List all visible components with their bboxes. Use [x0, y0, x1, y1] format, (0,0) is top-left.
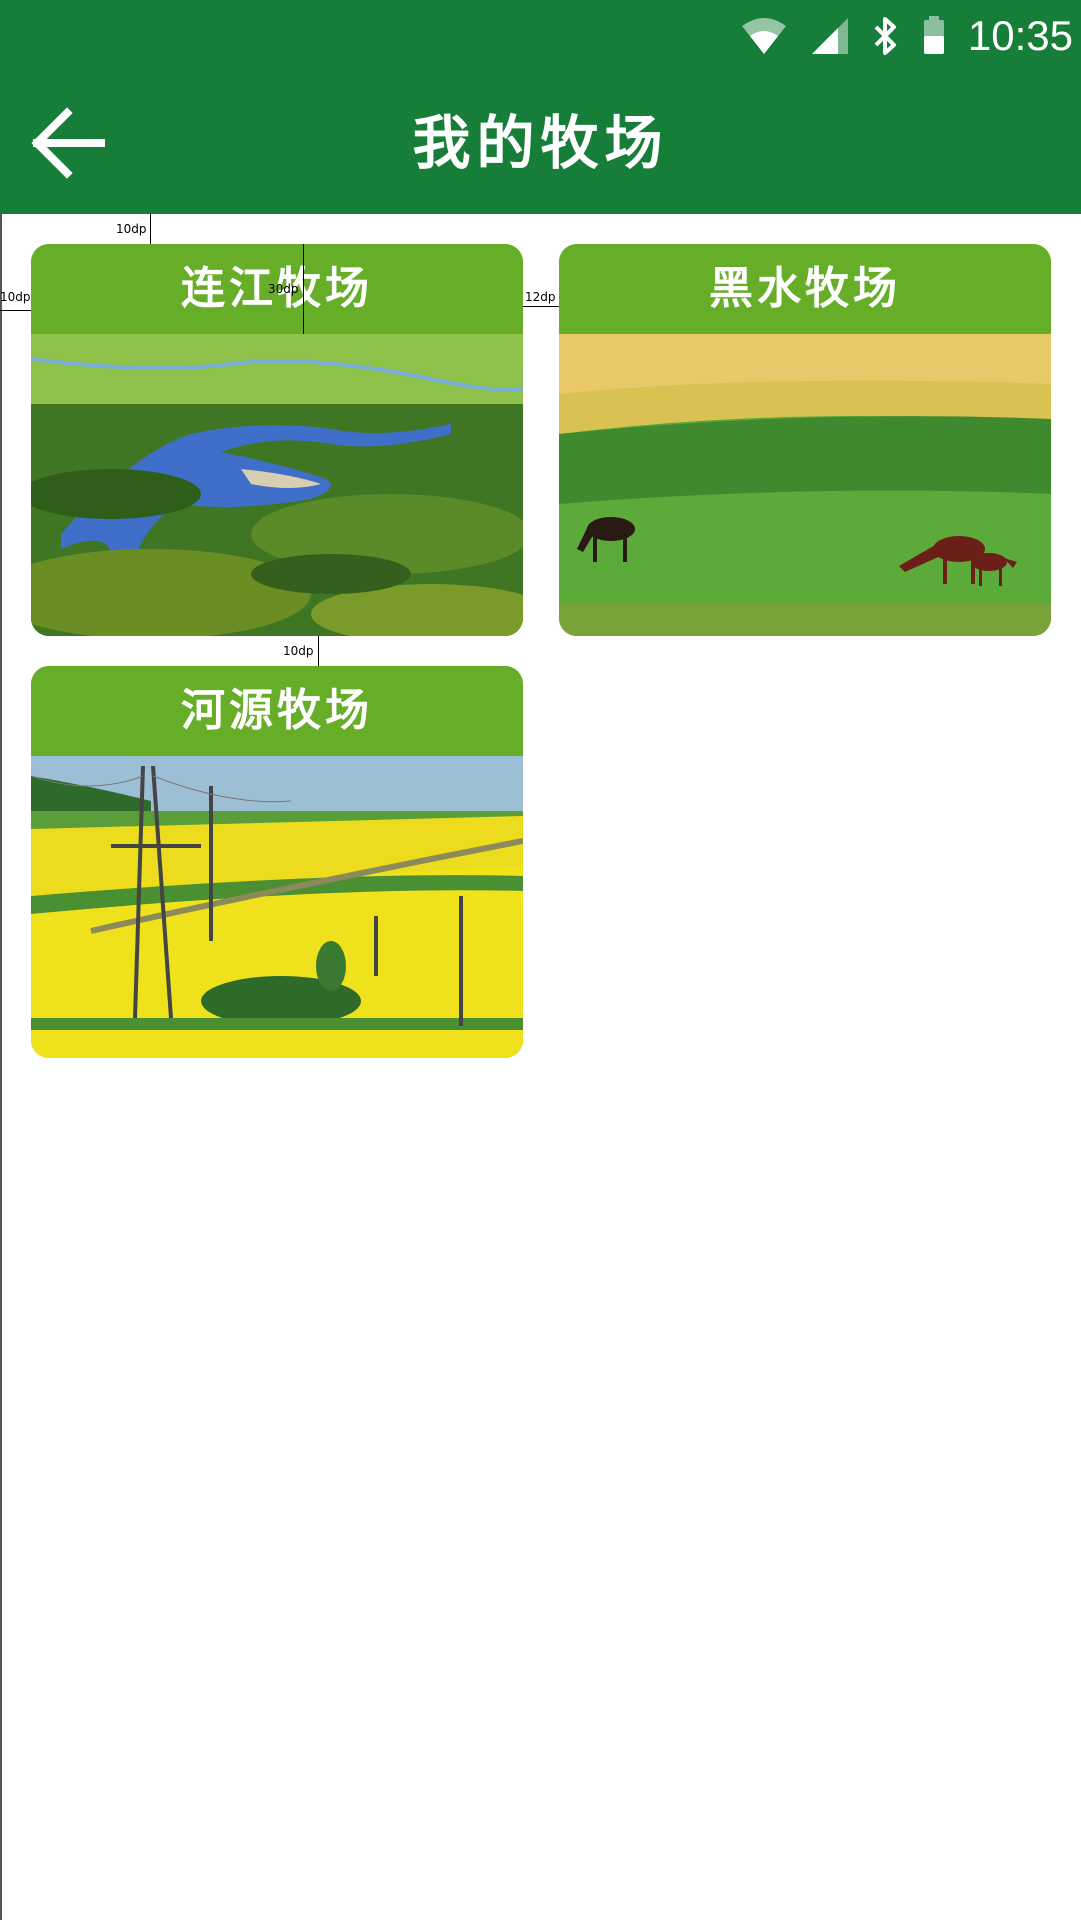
wifi-icon — [741, 18, 786, 54]
pasture-card-heyuan[interactable]: 河源牧场 — [31, 666, 523, 1058]
dim-gap-label: 12dp — [525, 290, 556, 304]
dim-top-line — [150, 214, 151, 244]
rapeseed-field-image — [31, 756, 523, 1058]
battery-icon — [923, 16, 944, 54]
river-wetland-image — [31, 334, 523, 636]
status-time: 10:35 — [967, 12, 1073, 59]
grassland-horses-image — [559, 334, 1051, 636]
dim-row-line — [318, 636, 319, 666]
dim-header-label: 30dp — [268, 282, 299, 296]
back-button[interactable] — [22, 102, 112, 184]
dim-gap-line — [523, 306, 559, 307]
dim-left-label: 10dp — [0, 290, 31, 304]
pasture-card-lianjiang[interactable]: 连江牧场 — [31, 244, 523, 636]
app-bar: 我的牧场 — [0, 72, 1081, 214]
page-title: 我的牧场 — [412, 109, 669, 177]
signal-icon — [811, 18, 848, 54]
dim-header-line — [303, 244, 304, 334]
pasture-card-title: 黑水牧场 — [559, 244, 1051, 334]
dim-row-label: 10dp — [283, 644, 314, 658]
dim-left-line — [0, 310, 31, 311]
status-bar: 10:35 — [0, 0, 1081, 72]
arrow-left-icon — [31, 107, 105, 179]
dim-top-label: 10dp — [116, 222, 147, 236]
bluetooth-icon — [874, 17, 896, 55]
pasture-card-heishui[interactable]: 黑水牧场 — [559, 244, 1051, 636]
left-border — [0, 0, 2, 1920]
pasture-card-title: 河源牧场 — [31, 666, 523, 756]
